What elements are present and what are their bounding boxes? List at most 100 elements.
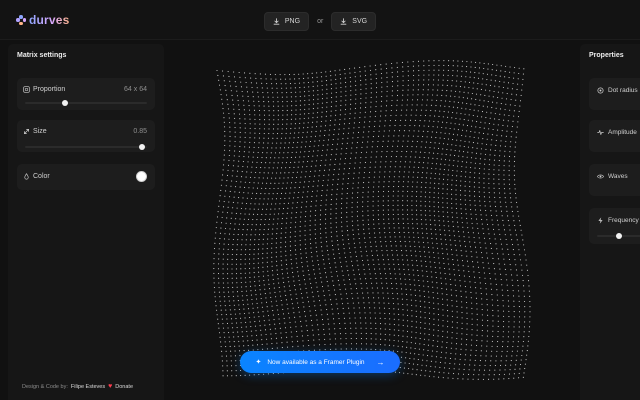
matrix-dot xyxy=(466,61,468,63)
matrix-dot xyxy=(319,304,321,306)
matrix-dot xyxy=(493,123,495,125)
matrix-dot xyxy=(440,238,442,240)
author-link[interactable]: Filipe Esteves xyxy=(71,384,105,390)
matrix-dot xyxy=(231,212,233,214)
matrix-dot xyxy=(217,74,219,76)
matrix-dot xyxy=(346,142,348,144)
matrix-dot xyxy=(238,113,241,115)
matrix-dot xyxy=(475,218,478,220)
matrix-dot xyxy=(268,223,270,225)
matrix-dot xyxy=(447,377,449,379)
framer-plugin-button[interactable]: ✦ Now available as a Framer Plugin → xyxy=(240,351,400,373)
matrix-dot xyxy=(423,349,425,351)
matrix-dot xyxy=(508,253,510,255)
matrix-dot xyxy=(407,84,409,86)
matrix-dot xyxy=(521,84,523,86)
matrix-dot xyxy=(321,195,323,197)
matrix-dot xyxy=(330,299,332,301)
matrix-dot xyxy=(391,62,393,65)
matrix-dot xyxy=(262,271,264,273)
matrix-dot xyxy=(229,126,231,128)
matrix-dot xyxy=(450,90,452,92)
matrix-dot xyxy=(503,188,506,190)
matrix-dot xyxy=(460,343,462,345)
matrix-dot xyxy=(299,230,301,232)
matrix-dot xyxy=(307,265,309,267)
matrix-dot xyxy=(304,151,306,153)
matrix-dot xyxy=(387,140,389,142)
matrix-dot xyxy=(405,352,407,354)
matrix-dot xyxy=(367,186,370,188)
matrix-dot xyxy=(291,336,293,338)
matrix-dot xyxy=(427,246,430,249)
matrix-dot xyxy=(486,340,488,342)
matrix-dot xyxy=(407,89,409,91)
matrix-dot xyxy=(375,333,377,335)
matrix-dot xyxy=(277,187,279,189)
matrix-dot xyxy=(220,189,222,192)
matrix-dot xyxy=(466,161,468,163)
matrix-dot xyxy=(244,118,246,120)
frequency-slider[interactable] xyxy=(597,233,640,239)
matrix-dot xyxy=(270,301,272,303)
size-slider-thumb[interactable] xyxy=(139,144,146,150)
matrix-dot xyxy=(442,309,444,311)
matrix-dot xyxy=(486,293,488,295)
matrix-dot xyxy=(493,378,495,380)
matrix-dot xyxy=(250,239,252,241)
matrix-dot xyxy=(286,268,288,270)
export-svg-button[interactable]: SVG xyxy=(331,12,377,31)
matrix-dot xyxy=(286,341,288,343)
matrix-dot xyxy=(389,318,391,320)
matrix-dot xyxy=(356,142,358,144)
matrix-dot xyxy=(290,123,292,125)
matrix-dot xyxy=(494,201,496,203)
matrix-dot xyxy=(393,176,395,178)
matrix-dot xyxy=(235,85,237,88)
matrix-dot xyxy=(321,107,323,109)
matrix-dot xyxy=(393,263,395,265)
matrix-dot xyxy=(258,239,260,241)
matrix-dot xyxy=(392,297,394,300)
export-png-button[interactable]: PNG xyxy=(263,12,310,31)
matrix-dot xyxy=(271,343,273,345)
matrix-dot xyxy=(523,326,525,328)
matrix-dot xyxy=(341,202,343,205)
matrix-dot xyxy=(339,322,341,325)
matrix-dot xyxy=(308,181,310,183)
matrix-dot xyxy=(372,136,374,138)
proportion-label: Proportion xyxy=(33,86,66,93)
matrix-dot xyxy=(236,322,238,324)
matrix-dot xyxy=(330,231,332,233)
matrix-dot xyxy=(462,265,464,267)
color-swatch[interactable] xyxy=(136,171,147,182)
matrix-dot xyxy=(448,164,450,166)
matrix-dot xyxy=(508,316,510,318)
matrix-dot xyxy=(317,103,319,105)
matrix-dot xyxy=(270,338,272,340)
matrix-dot xyxy=(302,131,304,134)
matrix-dot xyxy=(424,301,426,303)
matrix-dot xyxy=(363,172,365,174)
matrix-dot xyxy=(306,330,308,332)
matrix-dot xyxy=(273,213,275,215)
matrix-dot xyxy=(227,263,229,265)
proportion-slider[interactable] xyxy=(25,100,147,106)
matrix-dot xyxy=(496,294,498,296)
proportion-slider-thumb[interactable] xyxy=(62,100,69,106)
frequency-slider-thumb[interactable] xyxy=(616,233,622,239)
matrix-dot xyxy=(391,76,393,78)
matrix-dot xyxy=(487,320,489,322)
matrix-dot xyxy=(456,70,459,72)
matrix-dot xyxy=(423,290,425,292)
matrix-dot xyxy=(338,133,340,135)
size-slider[interactable] xyxy=(25,144,147,150)
matrix-dot xyxy=(483,267,485,269)
donate-link[interactable]: Donate xyxy=(115,384,133,390)
matrix-dot xyxy=(464,81,466,83)
matrix-dot xyxy=(386,76,388,79)
matrix-dot xyxy=(285,187,287,189)
matrix-dot xyxy=(375,241,377,243)
matrix-dot xyxy=(467,265,469,267)
matrix-dot xyxy=(264,167,266,169)
